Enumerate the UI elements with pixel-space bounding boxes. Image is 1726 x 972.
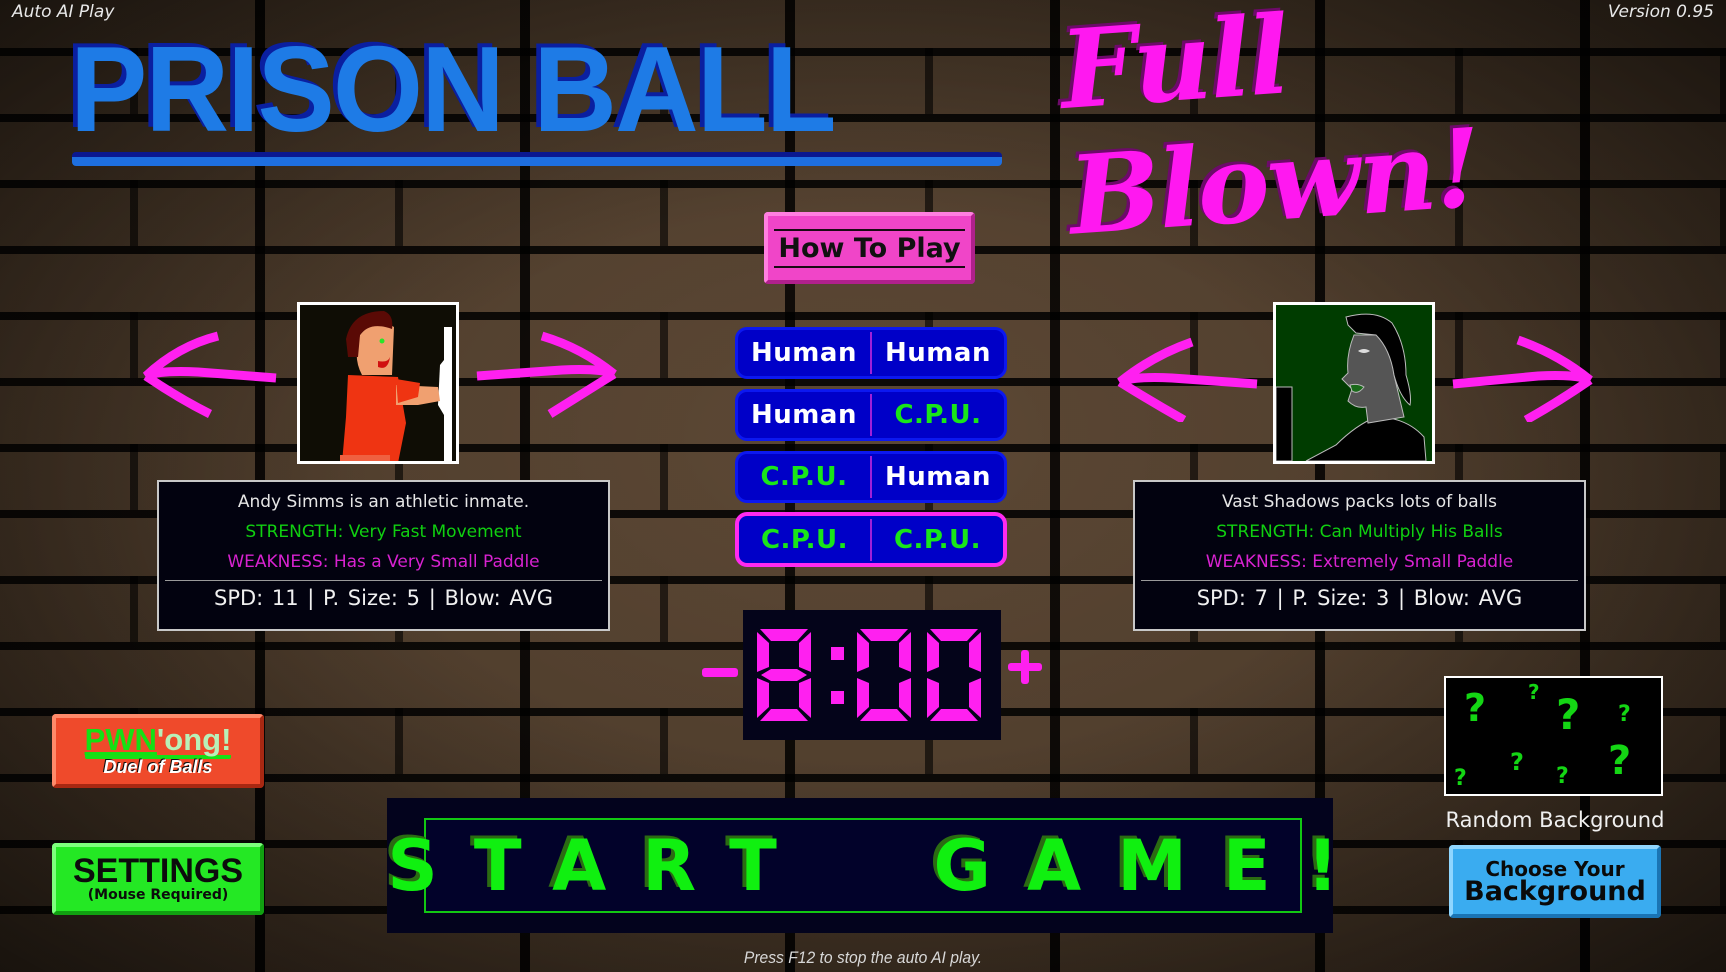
timer-segment (899, 678, 911, 718)
timer-increase-button[interactable] (1008, 650, 1042, 684)
mode-human-vs-human[interactable]: Human Human (735, 327, 1007, 379)
arrow-left-icon (142, 331, 277, 418)
timer-segment (799, 632, 811, 672)
pwnong-logo: PWN'ong! (84, 721, 232, 759)
right-character-strength: STRENGTH: Can Multiply His Balls (1216, 522, 1503, 542)
pwnong-button[interactable]: PWN'ong! Duel of Balls (52, 714, 264, 788)
mode-right-player: C.P.U. (894, 400, 982, 430)
left-character-description: Andy Simms is an athletic inmate. (237, 492, 530, 512)
mode-right-player: Human (885, 462, 991, 492)
timer-segment (857, 632, 869, 672)
auto-ai-play-label: Auto AI Play (12, 2, 115, 22)
title-underline (72, 152, 1002, 166)
pwnong-subtitle: Duel of Balls (103, 756, 213, 777)
timer-segment (899, 632, 911, 672)
arrow-right-icon (476, 331, 617, 418)
mode-left-player: Human (751, 400, 857, 430)
timer-segment (757, 632, 769, 672)
timer-segment (760, 629, 808, 641)
timer-colon-dot (831, 647, 844, 660)
start-game-button[interactable]: START GAME! (387, 818, 1339, 913)
question-mark-icon: ? (1556, 690, 1581, 739)
how-to-play-label: How To Play (774, 228, 965, 268)
left-character-stats: SPD: 11 | P. Size: 5 | Blow: AVG (214, 586, 553, 610)
mode-right-player: C.P.U. (893, 524, 982, 555)
start-game-label: START GAME! (387, 824, 1375, 907)
choose-background-line2: Background (1464, 875, 1646, 907)
next-left-character-button[interactable] (472, 328, 622, 418)
info-divider (1141, 580, 1578, 581)
timer-segment (927, 678, 939, 718)
background-preview[interactable]: ? ? ? ? ? ? ? ? (1444, 676, 1663, 796)
left-character-strength: STRENGTH: Very Fast Movement (245, 522, 522, 542)
mode-human-vs-cpu[interactable]: Human C.P.U. (735, 389, 1007, 441)
arrow-right-icon (1452, 335, 1593, 422)
timer-segment (757, 678, 769, 718)
right-character-stats: SPD: 7 | P. Size: 3 | Blow: AVG (1196, 586, 1523, 610)
mode-cpu-vs-human[interactable]: C.P.U. Human (735, 451, 1007, 503)
settings-button[interactable]: SETTINGS (Mouse Required) (52, 843, 264, 915)
game-subtitle: Full Blown! (1056, 0, 1485, 260)
right-character-weakness: WEAKNESS: Extremely Small Paddle (1205, 552, 1514, 572)
question-mark-icon: ? (1528, 680, 1540, 704)
question-mark-icon: ? (1510, 748, 1524, 776)
prev-right-character-button[interactable] (1112, 332, 1262, 422)
prev-left-character-button[interactable] (138, 328, 288, 418)
match-timer (743, 610, 1001, 740)
timer-segment (760, 709, 808, 721)
timer-digit (857, 629, 911, 721)
timer-segment (761, 669, 807, 681)
timer-colon-dot (831, 691, 844, 704)
timer-digit (757, 629, 811, 721)
arrow-left-icon (1117, 337, 1258, 422)
right-character-info: Vast Shadows packs lots of balls STRENGT… (1133, 480, 1586, 631)
mode-left-player: Human (751, 338, 857, 368)
question-mark-icon: ? (1608, 738, 1632, 784)
mode-left-player: C.P.U. (760, 524, 849, 555)
info-divider (165, 580, 602, 581)
mode-cpu-vs-cpu[interactable]: C.P.U. C.P.U. (735, 512, 1007, 567)
timer-segment (930, 629, 978, 641)
timer-segment (930, 709, 978, 721)
game-title: PRISON BALL (70, 21, 837, 157)
question-mark-icon: ? (1556, 764, 1569, 789)
settings-label: SETTINGS (72, 852, 244, 890)
question-mark-icon: ? (1618, 702, 1631, 727)
background-name-label: Random Background (1445, 808, 1665, 832)
auto-play-hint: Press F12 to stop the auto AI play. (743, 948, 983, 967)
timer-segment (857, 678, 869, 718)
left-character-portrait (297, 302, 459, 464)
vast-shadows-avatar (1276, 313, 1427, 461)
timer-segment (860, 709, 908, 721)
right-character-description: Vast Shadows packs lots of balls (1221, 492, 1497, 512)
timer-segment (969, 632, 981, 672)
timer-segment (860, 629, 908, 641)
question-mark-icon: ? (1464, 686, 1487, 730)
question-mark-icon: ? (1454, 766, 1467, 791)
next-right-character-button[interactable] (1448, 332, 1598, 422)
timer-segment (969, 678, 981, 718)
mode-left-player: C.P.U. (760, 462, 848, 492)
timer-segment (799, 678, 811, 718)
andy-simms-avatar (340, 311, 452, 461)
timer-digit (927, 629, 981, 721)
timer-display (757, 629, 981, 721)
timer-colon (831, 647, 844, 704)
left-character-info: Andy Simms is an athletic inmate. STRENG… (157, 480, 610, 631)
timer-decrease-button[interactable] (702, 668, 738, 677)
left-character-weakness: WEAKNESS: Has a Very Small Paddle (227, 552, 540, 572)
mode-right-player: Human (885, 338, 991, 368)
choose-background-button[interactable]: Choose Your Background (1449, 845, 1661, 918)
how-to-play-button[interactable]: How To Play (764, 212, 975, 284)
right-character-portrait (1273, 302, 1435, 464)
settings-sublabel: (Mouse Required) (87, 887, 229, 903)
timer-segment (927, 632, 939, 672)
